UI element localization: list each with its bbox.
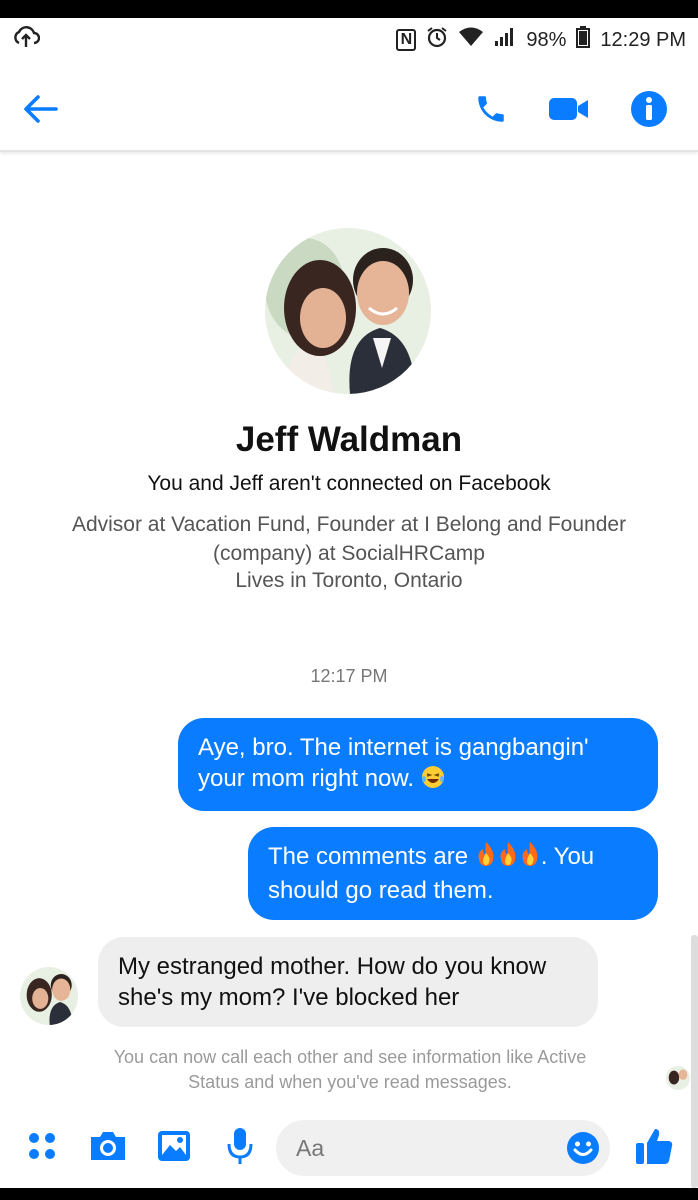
back-button[interactable] [22,94,58,129]
cloud-upload-icon [12,25,41,55]
fire-icon [497,841,519,875]
message-bubble-incoming[interactable]: My estranged mother. How do you know she… [98,937,598,1027]
status-bar: N 98% 12:29 PM [0,18,698,62]
signal-icon [494,27,516,53]
message-bubble-outgoing[interactable]: The comments are . You should go read th… [248,827,658,920]
wifi-icon [458,27,484,53]
message-timestamp: 12:17 PM [310,666,388,686]
alarm-icon [426,26,448,54]
bottom-bezel [0,1188,698,1200]
microphone-icon [226,1126,254,1171]
fire-icon [519,841,541,875]
message-text: Aye, bro. The internet is gangbangin' yo… [198,734,589,792]
video-call-button[interactable] [548,95,590,128]
battery-icon [576,26,591,54]
profile-avatar[interactable] [265,228,431,394]
voice-message-button[interactable] [218,1112,262,1184]
contact-location: Lives in Toronto, Ontario [235,569,463,592]
camera-icon [88,1129,128,1168]
nfc-icon: N [396,29,417,51]
laughing-tears-emoji-icon [421,765,445,797]
video-camera-icon [548,95,590,128]
message-input[interactable] [296,1134,546,1162]
battery-percent: 98% [526,28,567,51]
voice-call-button[interactable] [474,92,508,131]
message-bubble-outgoing[interactable]: Aye, bro. The internet is gangbangin' yo… [178,718,658,811]
read-receipt-avatar [666,1066,690,1090]
contact-work: Advisor at Vacation Fund, Founder at I B… [71,513,627,565]
thumbs-up-icon [634,1126,674,1171]
gallery-button[interactable] [152,1112,196,1184]
chat-header [0,72,698,152]
message-input-box[interactable] [276,1120,610,1176]
connection-status: You and Jeff aren't connected on Faceboo… [147,472,551,495]
emoji-icon[interactable] [566,1131,600,1170]
contact-name: Jeff Waldman [235,420,463,459]
info-icon [630,90,668,133]
message-text: My estranged mother. How do you know she… [118,953,547,1011]
message-text-before: The comments are [268,843,469,870]
info-notice: You can now call each other and see info… [113,1047,587,1092]
arrow-left-icon [22,94,58,129]
top-bezel [0,0,698,18]
phone-icon [474,92,508,131]
grid-dots-icon [26,1130,58,1167]
like-button[interactable] [630,1112,678,1184]
message-composer [0,1112,698,1184]
messenger-screen: N 98% 12:29 PM Jeff Waldman You and Jeff… [0,0,698,1200]
image-icon [156,1129,192,1168]
more-actions-button[interactable] [20,1112,64,1184]
contact-avatar-small[interactable] [20,967,78,1025]
camera-button[interactable] [86,1112,130,1184]
clock-time: 12:29 PM [600,28,686,51]
info-button[interactable] [630,90,668,133]
fire-icon [475,841,497,875]
